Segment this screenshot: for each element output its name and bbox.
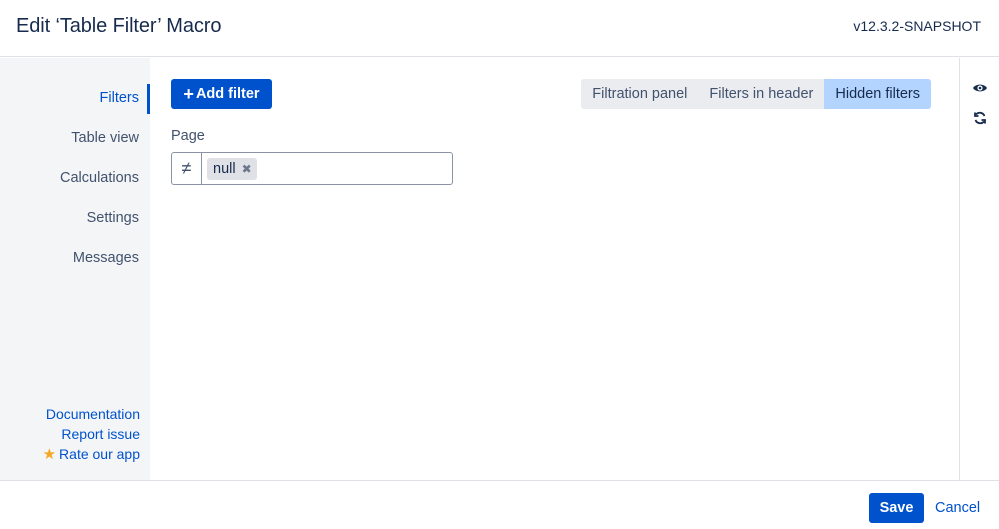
- rate-app-link[interactable]: ★ Rate our app: [43, 444, 140, 465]
- tab-hidden-filters[interactable]: Hidden filters: [824, 79, 931, 109]
- save-button[interactable]: Save: [869, 493, 924, 523]
- dialog-header: Edit ‘Table Filter’ Macro v12.3.2-SNAPSH…: [0, 0, 999, 57]
- operator-select[interactable]: ≠: [172, 153, 202, 184]
- refresh-icon[interactable]: [972, 110, 988, 126]
- sidebar-item-filters[interactable]: Filters: [100, 90, 139, 106]
- remove-value-icon[interactable]: ✖: [242, 162, 252, 176]
- filter-value-input[interactable]: ≠ null ✖: [171, 152, 453, 185]
- help-links: Documentation Report issue ★ Rate our app: [43, 404, 140, 465]
- sidebar-item-settings[interactable]: Settings: [87, 210, 139, 226]
- sidebar-item-table-view[interactable]: Table view: [71, 130, 139, 146]
- star-icon: ★: [42, 446, 57, 463]
- rate-app-label: Rate our app: [59, 446, 140, 462]
- add-filter-button[interactable]: + Add filter: [171, 79, 272, 109]
- main-panel: + Add filter Filtration panel Filters in…: [151, 58, 959, 480]
- active-indicator: [147, 84, 150, 114]
- filter-field-label: Page: [171, 128, 205, 144]
- view-mode-switcher: Filtration panel Filters in header Hidde…: [581, 79, 931, 109]
- documentation-link[interactable]: Documentation: [43, 404, 140, 424]
- dialog-title: Edit ‘Table Filter’ Macro: [16, 15, 222, 37]
- plus-icon: +: [183, 84, 194, 104]
- add-filter-label: Add filter: [195, 86, 260, 102]
- report-issue-link[interactable]: Report issue: [43, 424, 140, 444]
- version-label: v12.3.2-SNAPSHOT: [853, 18, 981, 34]
- tab-filters-in-header[interactable]: Filters in header: [698, 79, 824, 109]
- sidebar-item-messages[interactable]: Messages: [73, 250, 139, 266]
- sidebar: Filters Table view Calculations Settings…: [0, 58, 150, 480]
- value-chip: null ✖: [207, 157, 257, 180]
- eye-icon[interactable]: [972, 80, 988, 96]
- cancel-button[interactable]: Cancel: [935, 500, 980, 516]
- right-toolbar: [959, 58, 999, 480]
- value-chip-label: null: [213, 160, 236, 177]
- dialog-footer: Save Cancel: [0, 480, 999, 529]
- sidebar-item-calculations[interactable]: Calculations: [60, 170, 139, 186]
- tab-filtration-panel[interactable]: Filtration panel: [581, 79, 698, 109]
